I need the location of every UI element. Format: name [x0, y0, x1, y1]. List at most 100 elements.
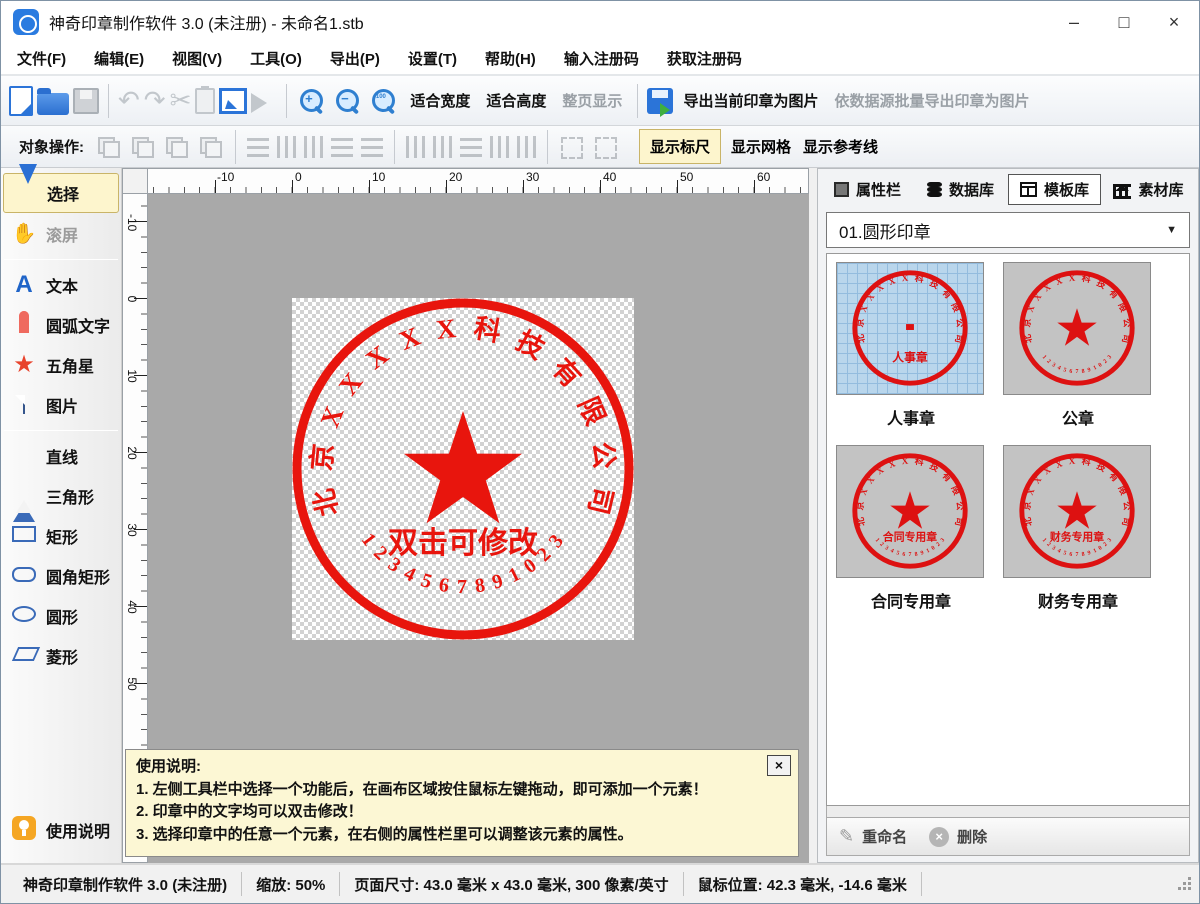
- help-button-label: 使用说明: [46, 818, 110, 842]
- ruler-horizontal: -10 0 10 20 30 40 50 60: [148, 168, 809, 194]
- sidebar-item-star[interactable]: ★ 五角星: [3, 346, 119, 384]
- sidebar-item-text[interactable]: A 文本: [3, 266, 119, 304]
- rename-button[interactable]: 重命名: [862, 826, 907, 847]
- maximize-button[interactable]: □: [1099, 1, 1149, 43]
- send-backward-button[interactable]: [198, 135, 224, 159]
- menu-item-view[interactable]: 视图(V): [172, 48, 222, 69]
- template-item[interactable]: 北京XXXXX科技有限公司 财务专用章 1234567891023 财务专用章: [1003, 445, 1153, 622]
- save-button[interactable]: [73, 88, 99, 114]
- ruler-label: 0: [125, 292, 139, 306]
- zoom-out-button[interactable]: −: [332, 89, 364, 113]
- select-frame-button[interactable]: [559, 135, 585, 159]
- distribute-h-button[interactable]: [406, 136, 425, 158]
- seal-graphic[interactable]: 北京XXXXX科技有限公司 双击可修改 1234567891023: [287, 293, 639, 645]
- toolbar-separator: [286, 84, 287, 118]
- show-grid-button[interactable]: 显示网格: [725, 130, 797, 163]
- align-top-button[interactable]: [331, 138, 353, 157]
- tab-materials[interactable]: 素材库: [1103, 174, 1194, 205]
- sidebar-item-label: 图片: [46, 393, 78, 417]
- fit-page-button[interactable]: 整页显示: [562, 90, 622, 111]
- menu-item-export[interactable]: 导出(P): [330, 48, 380, 69]
- properties-icon: [834, 182, 849, 197]
- sidebar-item-ellipse[interactable]: 圆形: [3, 597, 119, 635]
- menu-item-get-license[interactable]: 获取注册码: [667, 48, 742, 69]
- template-thumb-hr-seal[interactable]: 北京XXXXX科技有限公司 人事章: [836, 262, 984, 395]
- sidebar-item-pan[interactable]: ✋ 滚屏: [3, 215, 119, 253]
- discard-button[interactable]: [251, 89, 277, 113]
- rectangle-icon: [11, 526, 37, 546]
- template-category-select[interactable]: 01.圆形印章 ▼: [826, 212, 1190, 248]
- fit-width-button[interactable]: 适合宽度: [410, 90, 470, 111]
- sidebar-item-label: 矩形: [46, 524, 78, 548]
- picture-icon: [11, 397, 37, 413]
- menu-item-enter-license[interactable]: 输入注册码: [564, 48, 639, 69]
- undo-button[interactable]: ↶: [118, 88, 140, 114]
- export-batch-button[interactable]: 依数据源批量导出印章为图片: [834, 90, 1029, 111]
- same-size-button[interactable]: [517, 136, 536, 158]
- sidebar-item-line[interactable]: 直线: [3, 437, 119, 475]
- export-current-icon-button[interactable]: [647, 88, 673, 114]
- tab-templates[interactable]: 模板库: [1008, 174, 1101, 205]
- cut-button[interactable]: ✂: [170, 88, 192, 114]
- close-button[interactable]: ×: [1149, 1, 1199, 43]
- same-width-button[interactable]: [460, 138, 482, 157]
- bring-forward-button[interactable]: [164, 135, 190, 159]
- seal-center-text[interactable]: 双击可修改: [388, 527, 538, 560]
- ruler-label: 30: [125, 523, 139, 537]
- sidebar-item-rectangle[interactable]: 矩形: [3, 517, 119, 555]
- redo-button[interactable]: ↷: [144, 88, 166, 114]
- object-ops-label: 对象操作:: [19, 136, 84, 157]
- sidebar-item-image[interactable]: 图片: [3, 386, 119, 424]
- template-item[interactable]: 北京XXXXX科技有限公司 合同专用章 1234567891023 合同专用章: [836, 445, 986, 622]
- ruler-corner: [122, 168, 148, 194]
- template-item[interactable]: 北京XXXXX科技有限公司 人事章 人事章: [836, 262, 986, 439]
- zoom-in-button[interactable]: +: [296, 89, 328, 113]
- show-ruler-button[interactable]: 显示标尺: [639, 129, 721, 164]
- template-thumb-finance-seal[interactable]: 北京XXXXX科技有限公司 财务专用章 1234567891023: [1003, 445, 1151, 578]
- sidebar-item-parallelogram[interactable]: 菱形: [3, 637, 119, 675]
- align-left-button[interactable]: [247, 138, 269, 157]
- distribute-v-button[interactable]: [433, 136, 452, 158]
- bring-to-front-button[interactable]: [96, 135, 122, 159]
- open-button[interactable]: [37, 87, 69, 115]
- align-middle-button[interactable]: [361, 138, 383, 157]
- menu-item-edit[interactable]: 编辑(E): [94, 48, 144, 69]
- help-close-button[interactable]: ×: [767, 755, 791, 776]
- sidebar-item-select[interactable]: 选择: [3, 173, 119, 213]
- new-button[interactable]: [9, 86, 33, 116]
- align-right-button[interactable]: [304, 136, 323, 158]
- show-guides-button[interactable]: 显示参考线: [797, 130, 884, 163]
- sidebar-item-triangle[interactable]: 三角形: [3, 477, 119, 515]
- template-thumb-official-seal[interactable]: 北京XXXXX科技有限公司 1234567891023: [1003, 262, 1151, 395]
- transform-frame-button[interactable]: [593, 135, 619, 159]
- toolbar-separator: [637, 84, 638, 118]
- same-height-button[interactable]: [490, 136, 509, 158]
- zoom-actual-button[interactable]: 100: [368, 89, 400, 113]
- sidebar-item-rounded-rectangle[interactable]: 圆角矩形: [3, 557, 119, 595]
- clipboard-icon: [195, 88, 215, 114]
- minimize-button[interactable]: –: [1049, 1, 1099, 43]
- menu-item-file[interactable]: 文件(F): [17, 48, 66, 69]
- toolbar-separator: [108, 84, 109, 118]
- seal-star[interactable]: [404, 411, 522, 523]
- align-center-h-button[interactable]: [277, 136, 296, 158]
- help-button[interactable]: 使用说明: [3, 809, 119, 851]
- menu-item-settings[interactable]: 设置(T): [408, 48, 457, 69]
- tab-properties[interactable]: 属性栏: [822, 174, 913, 205]
- resize-grip[interactable]: [1179, 878, 1191, 890]
- export-current-button[interactable]: 导出当前印章为图片: [683, 90, 818, 111]
- menu-item-help[interactable]: 帮助(H): [485, 48, 536, 69]
- template-thumb-contract-seal[interactable]: 北京XXXXX科技有限公司 合同专用章 1234567891023: [836, 445, 984, 578]
- image-icon: [219, 88, 247, 114]
- sidebar-item-arc-text[interactable]: 圆弧文字: [3, 306, 119, 344]
- svg-text:人事章: 人事章: [892, 350, 928, 364]
- delete-button[interactable]: 删除: [957, 826, 987, 847]
- send-to-back-button[interactable]: [130, 135, 156, 159]
- ruler-label: 10: [125, 369, 139, 383]
- fit-height-button[interactable]: 适合高度: [486, 90, 546, 111]
- tab-database[interactable]: 数据库: [915, 174, 1006, 205]
- insert-image-button[interactable]: [219, 88, 247, 114]
- paste-button[interactable]: [195, 88, 215, 114]
- menu-item-tools[interactable]: 工具(O): [250, 48, 302, 69]
- template-item[interactable]: 北京XXXXX科技有限公司 1234567891023 公章: [1003, 262, 1153, 439]
